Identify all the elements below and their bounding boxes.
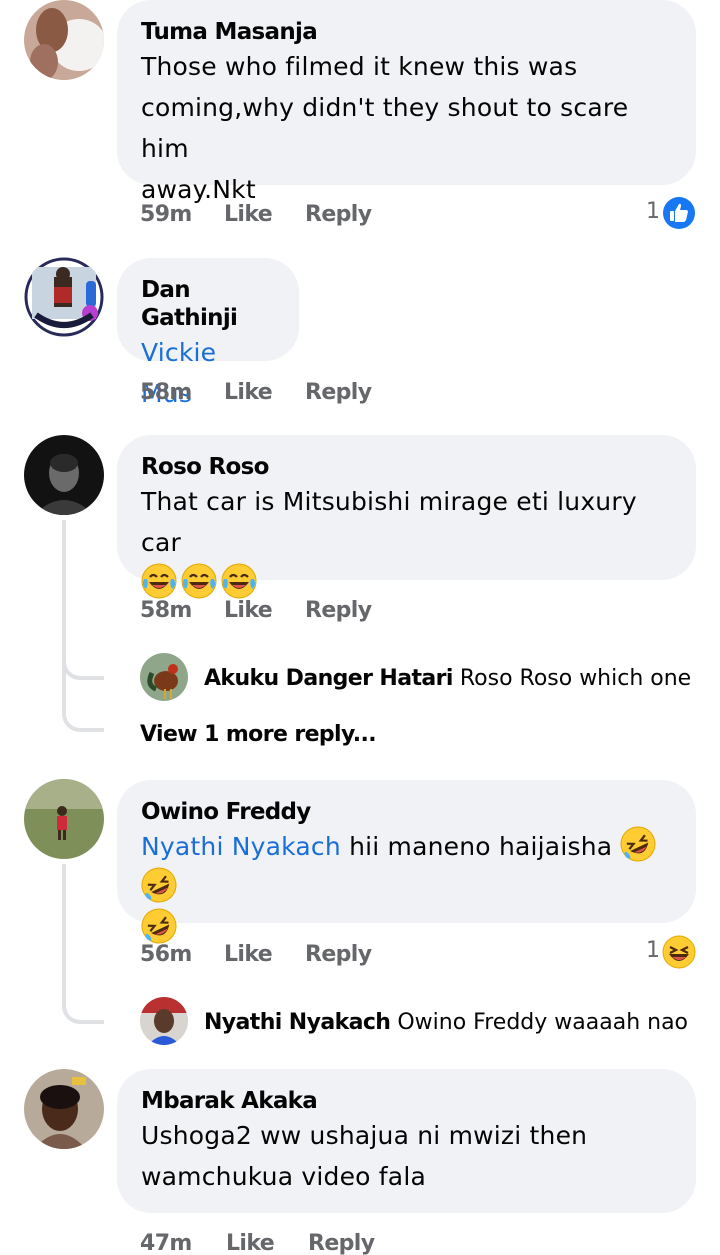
- avatar[interactable]: [24, 435, 104, 515]
- avatar[interactable]: [24, 0, 104, 80]
- like-button[interactable]: Like: [226, 1231, 275, 1255]
- thread-line: [62, 864, 104, 1024]
- reply-text: Owino Freddy waaaah naona...: [397, 1010, 690, 1035]
- like-button[interactable]: Like: [224, 380, 273, 405]
- haha-icon[interactable]: [662, 935, 696, 969]
- comment-author[interactable]: Mbarak Akaka: [141, 1087, 672, 1115]
- comment-bubble: Owino Freddy Nyathi Nyakach hii maneno h…: [117, 780, 696, 923]
- reply-preview[interactable]: Akuku Danger Hatari Roso Roso which one …: [204, 666, 690, 691]
- comment-author[interactable]: Tuma Masanja: [141, 18, 672, 46]
- avatar[interactable]: [24, 1069, 104, 1149]
- timestamp[interactable]: 59m: [140, 202, 192, 227]
- comment-text: wamchukua video fala: [141, 1162, 426, 1191]
- comment-bubble: Tuma Masanja Those who filmed it knew th…: [117, 0, 696, 204]
- comment-bubble: Mbarak Akaka Ushoga2 ww ushajua ni mwizi…: [117, 1069, 696, 1213]
- rolling-laughing-emoji: [620, 826, 656, 862]
- comment-text-body: hii maneno haijaisha: [349, 832, 613, 861]
- emoji-row: [141, 563, 672, 604]
- rolling-laughing-emoji: [141, 867, 177, 903]
- like-button[interactable]: Like: [224, 598, 273, 623]
- reply-author[interactable]: Akuku Danger Hatari: [204, 666, 453, 691]
- reaction-count[interactable]: 1: [646, 938, 660, 963]
- laughing-tears-emoji: [141, 563, 177, 599]
- comment-text: Nyathi Nyakach hii maneno haijaisha: [141, 826, 672, 908]
- reply-button[interactable]: Reply: [305, 380, 372, 405]
- comment-author[interactable]: Owino Freddy: [141, 798, 672, 826]
- rolling-laughing-emoji: [141, 908, 177, 944]
- reply-button[interactable]: Reply: [305, 202, 372, 227]
- comment-bubble: Dan Gathinji Vickie Mus: [117, 258, 299, 408]
- comment-bubble: Roso Roso That car is Mitsubishi mirage …: [117, 435, 696, 580]
- comment-text: coming,why didn't they shout to scare hi…: [141, 93, 629, 163]
- comment-text: Ushoga2 ww ushajua ni mwizi then: [141, 1121, 588, 1150]
- reaction-count[interactable]: 1: [646, 199, 660, 224]
- laughing-tears-emoji: [221, 563, 257, 599]
- timestamp[interactable]: 58m: [140, 598, 192, 623]
- reply-text: Roso Roso which one do...: [459, 666, 690, 691]
- comment-author[interactable]: Roso Roso: [141, 453, 672, 481]
- mention-link[interactable]: Nyathi Nyakach: [141, 832, 341, 861]
- avatar[interactable]: [140, 653, 188, 701]
- comment-author[interactable]: Dan Gathinji: [141, 276, 275, 332]
- reply-author[interactable]: Nyathi Nyakach: [204, 1010, 391, 1035]
- reply-button[interactable]: Reply: [305, 598, 372, 623]
- reply-preview[interactable]: Nyathi Nyakach Owino Freddy waaaah naona…: [204, 1010, 690, 1035]
- timestamp[interactable]: 47m: [140, 1231, 192, 1255]
- avatar[interactable]: [24, 779, 104, 859]
- reply-button[interactable]: Reply: [305, 942, 372, 967]
- avatar[interactable]: [24, 257, 104, 337]
- like-button[interactable]: Like: [224, 942, 273, 967]
- reply-button[interactable]: Reply: [308, 1231, 375, 1255]
- view-more-replies[interactable]: View 1 more reply...: [140, 722, 377, 747]
- comment-text: That car is Mitsubishi mirage eti luxury…: [141, 487, 637, 557]
- timestamp[interactable]: 58m: [140, 380, 192, 405]
- emoji-row: [141, 908, 672, 949]
- avatar[interactable]: [140, 997, 188, 1045]
- comment-text: away.Nkt: [141, 175, 256, 204]
- like-button[interactable]: Like: [224, 202, 273, 227]
- timestamp[interactable]: 56m: [140, 942, 192, 967]
- laughing-tears-emoji: [181, 563, 217, 599]
- thread-line: [62, 520, 104, 732]
- like-icon[interactable]: [662, 196, 696, 230]
- comment-text: Those who filmed it knew this was: [141, 52, 578, 81]
